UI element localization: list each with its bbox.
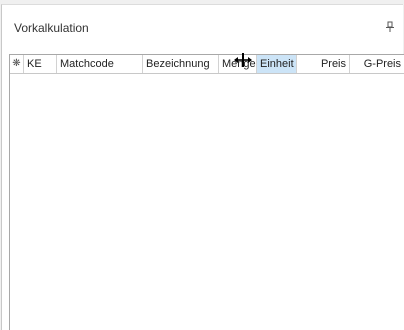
column-header-menge[interactable]: Menge (219, 55, 257, 73)
column-header-matchcode[interactable]: Matchcode (57, 55, 143, 73)
screen: Vorkalkulation ❋ KE Matchcode Bezeichnun… (0, 0, 404, 330)
column-header-einheit[interactable]: Einheit (257, 55, 297, 73)
column-header-g-preis[interactable]: G-Preis (350, 55, 404, 73)
panel-title: Vorkalkulation (14, 21, 89, 35)
grid-body[interactable] (10, 74, 404, 330)
vorkalkulation-panel: Vorkalkulation ❋ KE Matchcode Bezeichnun… (1, 4, 404, 330)
column-header-preis[interactable]: Preis (297, 55, 350, 73)
data-grid: ❋ KE Matchcode Bezeichnung Menge Einheit… (9, 54, 404, 330)
pin-icon[interactable] (385, 21, 395, 33)
column-header-bezeichnung[interactable]: Bezeichnung (143, 55, 219, 73)
grid-header-row: ❋ KE Matchcode Bezeichnung Menge Einheit… (10, 55, 404, 74)
column-header-star[interactable]: ❋ (10, 55, 24, 73)
column-header-ke[interactable]: KE (24, 55, 57, 73)
